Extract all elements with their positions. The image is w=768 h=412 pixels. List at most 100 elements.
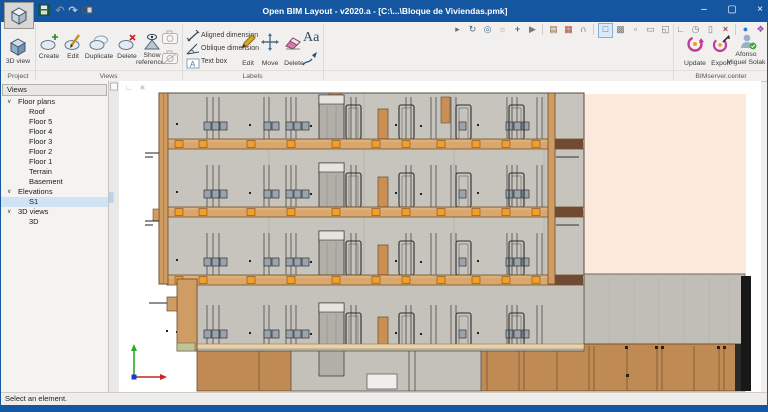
orbit-icon[interactable]: ↻ [466, 23, 479, 36]
chevron-down-icon[interactable]: ∨ [7, 97, 11, 107]
camera-alt-button[interactable] [161, 50, 179, 66]
tree-item-floor5[interactable]: Floor 5 [1, 117, 108, 127]
tree-item-roof[interactable]: Roof [1, 107, 108, 117]
pointer-icon[interactable]: ▶ [526, 23, 539, 36]
view-3d-label[interactable]: 3D view [1, 58, 35, 65]
tree-group-elevations[interactable]: ∨ Elevations [1, 187, 108, 197]
drawing-canvas[interactable]: ∟ ∗ [109, 81, 761, 392]
new-window-icon[interactable] [80, 4, 94, 18]
sun-icon[interactable]: ☼ [496, 23, 509, 36]
text-box-button[interactable]: A [186, 56, 200, 69]
chevron-down-icon[interactable]: ∨ [7, 187, 11, 197]
oblique-dimension-button[interactable] [185, 43, 200, 56]
canvas-corner-tool2-icon[interactable]: ∗ [139, 83, 146, 92]
minimize-button[interactable]: – [691, 0, 717, 20]
user-avatar-icon [741, 34, 757, 50]
views-group-label: Views [99, 73, 118, 80]
frame-tool-icon[interactable]: □ [598, 23, 613, 38]
views-panel-header[interactable]: Views [2, 84, 107, 96]
create-view-icon [40, 34, 58, 50]
pan-icon[interactable]: + [511, 23, 524, 36]
oblique-dimension-icon [186, 43, 200, 55]
toolbar-separator [593, 24, 594, 35]
move-icon [261, 33, 279, 51]
user-account-button[interactable] [739, 32, 757, 50]
camera-icon [162, 30, 178, 44]
window-bottom-edge [1, 405, 767, 412]
tree-group-floor-plans[interactable]: ∨ Floor plans [1, 97, 108, 107]
dimension-icon[interactable]: ▭ [644, 23, 657, 36]
group-separator [35, 24, 36, 80]
aligned-dimension-button[interactable] [186, 29, 200, 43]
undo-icon[interactable]: ↶ [53, 4, 67, 18]
pencil-icon [241, 34, 256, 49]
window-title: Open BIM Layout - v2020.a - [C:\...\Bloq… [262, 6, 508, 16]
layers-icon[interactable]: ▤ [547, 23, 560, 36]
group-separator [673, 24, 674, 80]
camera-alt-icon [162, 50, 178, 64]
canvas-corner-tool-icon[interactable]: ∟ [125, 83, 133, 92]
maximize-button[interactable]: ▢ [719, 0, 745, 20]
eraser-icon [285, 37, 301, 50]
font-style-button[interactable]: Aa [303, 30, 319, 46]
select-arrow-icon[interactable]: ▸ [451, 23, 464, 36]
save-icon[interactable] [37, 4, 51, 18]
text-box-label[interactable]: Text box [201, 57, 227, 66]
edit-label-button[interactable] [239, 33, 257, 51]
magnet-icon[interactable]: ∩ [577, 23, 590, 36]
redo-icon[interactable]: ↷ [66, 4, 80, 18]
tree-item-terrain[interactable]: Terrain [1, 167, 108, 177]
duplicate-view-icon [89, 35, 108, 50]
app-menu-button[interactable] [4, 2, 34, 29]
corner-icon[interactable]: ◱ [659, 23, 672, 36]
right-dark-strip [741, 276, 751, 391]
view-3d-button[interactable] [8, 37, 28, 57]
ribbon: ▸ ↻ ◎ ☼ + ▶ ▤ ▦ ∩ □ ▩ ▫ ▭ ◱ ∟ ◷ ▯ × ● ❖ … [1, 22, 767, 82]
tree-item-s1-selected[interactable]: S1 [1, 197, 108, 207]
section-cut-plane [584, 94, 746, 274]
move-label-button[interactable] [261, 33, 279, 51]
canvas-side-strip [109, 81, 119, 392]
app-window: Open BIM Layout - v2020.a - [C:\...\Bloq… [0, 0, 768, 412]
delete-label-button[interactable] [284, 33, 302, 51]
tree-item-floor3[interactable]: Floor 3 [1, 137, 108, 147]
tree-item-floor2[interactable]: Floor 2 [1, 147, 108, 157]
right-dark-strip2 [735, 344, 741, 391]
zoom-icon[interactable]: ◎ [481, 23, 494, 36]
delete-view-icon [118, 34, 136, 50]
status-text: Select an element. [5, 394, 68, 403]
ribbon-divider [1, 70, 767, 71]
tree-item-3d[interactable]: 3D [1, 217, 108, 227]
duplicate-view-label[interactable]: Duplicate [81, 53, 117, 60]
chevron-down-icon[interactable]: ∨ [7, 207, 11, 217]
camera-button[interactable] [161, 30, 179, 46]
app-cube-icon [10, 6, 28, 25]
duplicate-view-button[interactable] [89, 32, 109, 52]
tree-item-basement[interactable]: Basement [1, 177, 108, 187]
bimserver-group-label: BIMserver.center [695, 73, 747, 80]
delete-view-button[interactable] [117, 32, 137, 52]
ground-slab [196, 343, 585, 350]
close-button[interactable]: × [747, 0, 767, 20]
tree-group-3d-views[interactable]: ∨ 3D views [1, 207, 108, 217]
svg-text:A: A [190, 60, 196, 69]
edit-view-button[interactable] [63, 32, 83, 52]
table-icon[interactable]: ▦ [562, 23, 575, 36]
point-icon[interactable]: ▫ [629, 23, 642, 36]
status-bar: Select an element. [1, 392, 767, 405]
grid-icon[interactable]: ▩ [614, 23, 627, 36]
show-references-button[interactable] [142, 31, 162, 51]
tree-item-floor1[interactable]: Floor 1 [1, 157, 108, 167]
ground-storey-wall [196, 283, 585, 352]
group-separator [323, 24, 324, 80]
signature-icon [302, 52, 317, 66]
update-button[interactable] [686, 35, 704, 53]
user-name-line2: Miguel Solak [726, 59, 766, 66]
tree-item-floor4[interactable]: Floor 4 [1, 127, 108, 137]
signature-button[interactable] [301, 51, 319, 69]
left-facade [145, 92, 169, 285]
create-view-button[interactable] [39, 32, 59, 52]
cube-3d-icon [9, 38, 27, 56]
title-bar: Open BIM Layout - v2020.a - [C:\...\Bloq… [1, 0, 767, 22]
axis-gizmo [131, 344, 167, 380]
